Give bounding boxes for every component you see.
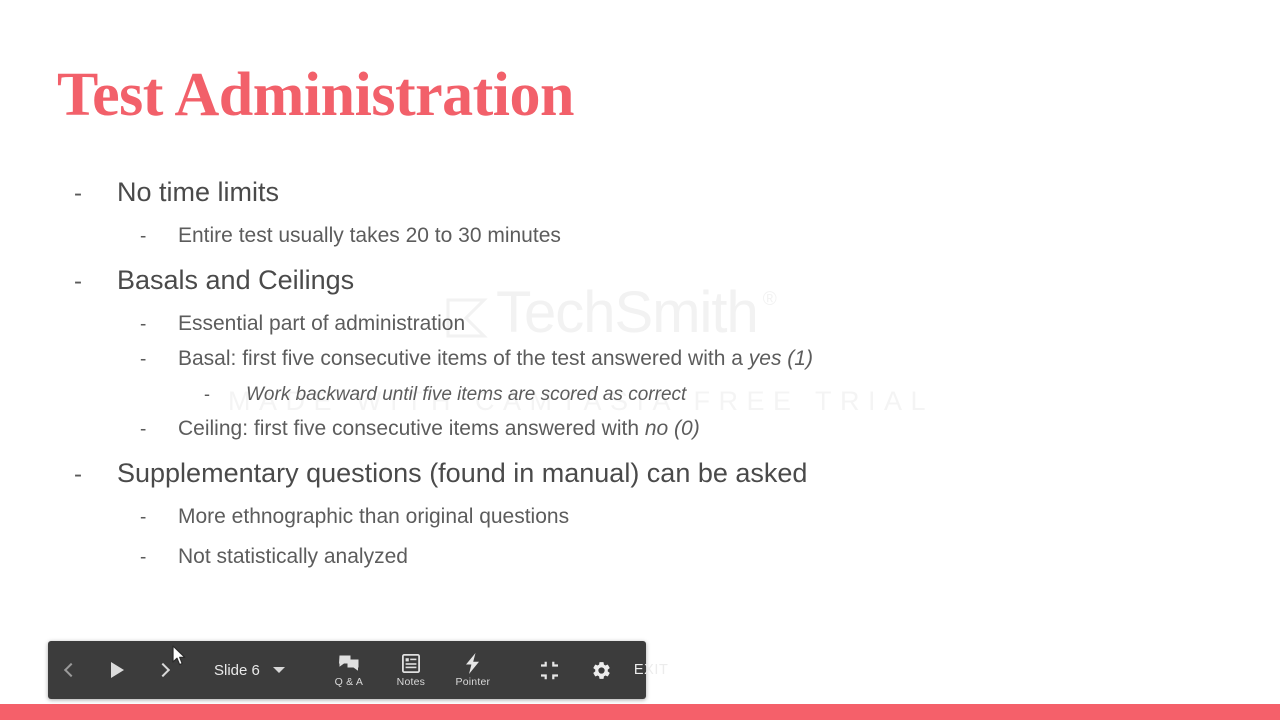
bullet-marker: - (74, 180, 82, 207)
bullet-marker: - (140, 419, 147, 440)
chevron-right-icon (155, 662, 171, 678)
play-icon (110, 662, 124, 678)
slide-dropdown-button[interactable] (266, 641, 292, 699)
q-and-a-button[interactable]: Q & A (318, 641, 380, 699)
tool-controls: Q & A Notes Pointer (318, 641, 504, 699)
pointer-button[interactable]: Pointer (442, 641, 504, 699)
chevron-left-icon (63, 662, 79, 678)
list-item: - Work backward until five items are sco… (0, 377, 1280, 412)
page-title: Test Administration (57, 61, 575, 129)
pointer-label: Pointer (455, 675, 491, 688)
list-item: - Supplementary questions (found in manu… (0, 453, 1280, 495)
navigation-controls (48, 641, 186, 699)
list-item: - More ethnographic than original questi… (0, 500, 1280, 535)
presentation-slide: TechSmith ® MADE WITH CAMTASIA FREE TRIA… (0, 0, 1280, 709)
list-item: - No time limits (0, 172, 1280, 214)
bullet-marker: - (140, 226, 147, 247)
list-item-text: More ethnographic than original question… (178, 505, 570, 528)
chevron-down-icon (272, 667, 285, 673)
bullet-marker: - (140, 507, 147, 528)
list-item-text: No time limits (117, 177, 280, 207)
previous-slide-button[interactable] (48, 641, 94, 699)
list-item: - Essential part of administration (0, 307, 1280, 342)
list-item-text: Basals and Ceilings (117, 265, 355, 295)
speech-bubbles-icon (338, 653, 359, 675)
list-item-text: Ceiling: first five consecutive items an… (178, 417, 700, 440)
q-and-a-label: Q & A (334, 675, 364, 688)
list-item-text: Entire test usually takes 20 to 30 minut… (178, 224, 561, 247)
list-item-emphasis: no (0) (644, 417, 700, 440)
slide-selector[interactable]: Slide 6 (198, 641, 292, 699)
list-item-text: Work backward until five items are score… (246, 384, 687, 405)
bullet-marker: - (74, 461, 82, 488)
next-slide-button[interactable] (140, 641, 186, 699)
exit-fullscreen-button[interactable] (524, 641, 576, 699)
play-button[interactable] (94, 641, 140, 699)
lightning-bolt-icon (464, 653, 481, 675)
slide-indicator-label[interactable]: Slide 6 (198, 662, 266, 679)
presenter-control-bar: Slide 6 Q & A Notes Pointer EXIT (48, 641, 668, 699)
list-item-emphasis: yes (1) (748, 347, 813, 370)
list-item-text: Essential part of administration (178, 312, 466, 335)
list-item-text: Basal: first five consecutive items of t… (178, 347, 813, 370)
list-item: - Ceiling: first five consecutive items … (0, 412, 1280, 447)
notes-label: Notes (396, 675, 426, 688)
list-item: - Basals and Ceilings (0, 260, 1280, 302)
slide-body-content: - No time limits - Entire test usually t… (0, 172, 1280, 575)
window-controls: EXIT (524, 641, 683, 699)
settings-button[interactable] (576, 641, 628, 699)
list-item-text: Supplementary questions (found in manual… (117, 458, 808, 488)
list-item: - Entire test usually takes 20 to 30 min… (0, 219, 1280, 254)
list-item: - Not statistically analyzed (0, 540, 1280, 575)
bottom-accent-bar (0, 704, 1280, 720)
bullet-marker: - (204, 384, 210, 404)
bullet-marker: - (140, 349, 147, 370)
bullet-marker: - (74, 268, 82, 295)
list-item: - Basal: first five consecutive items of… (0, 342, 1280, 377)
list-item-text: Not statistically analyzed (178, 545, 408, 568)
exit-button[interactable]: EXIT (628, 662, 683, 678)
bullet-marker: - (140, 314, 147, 335)
notes-button[interactable]: Notes (380, 641, 442, 699)
notes-icon (401, 653, 420, 675)
bullet-marker: - (140, 547, 147, 568)
